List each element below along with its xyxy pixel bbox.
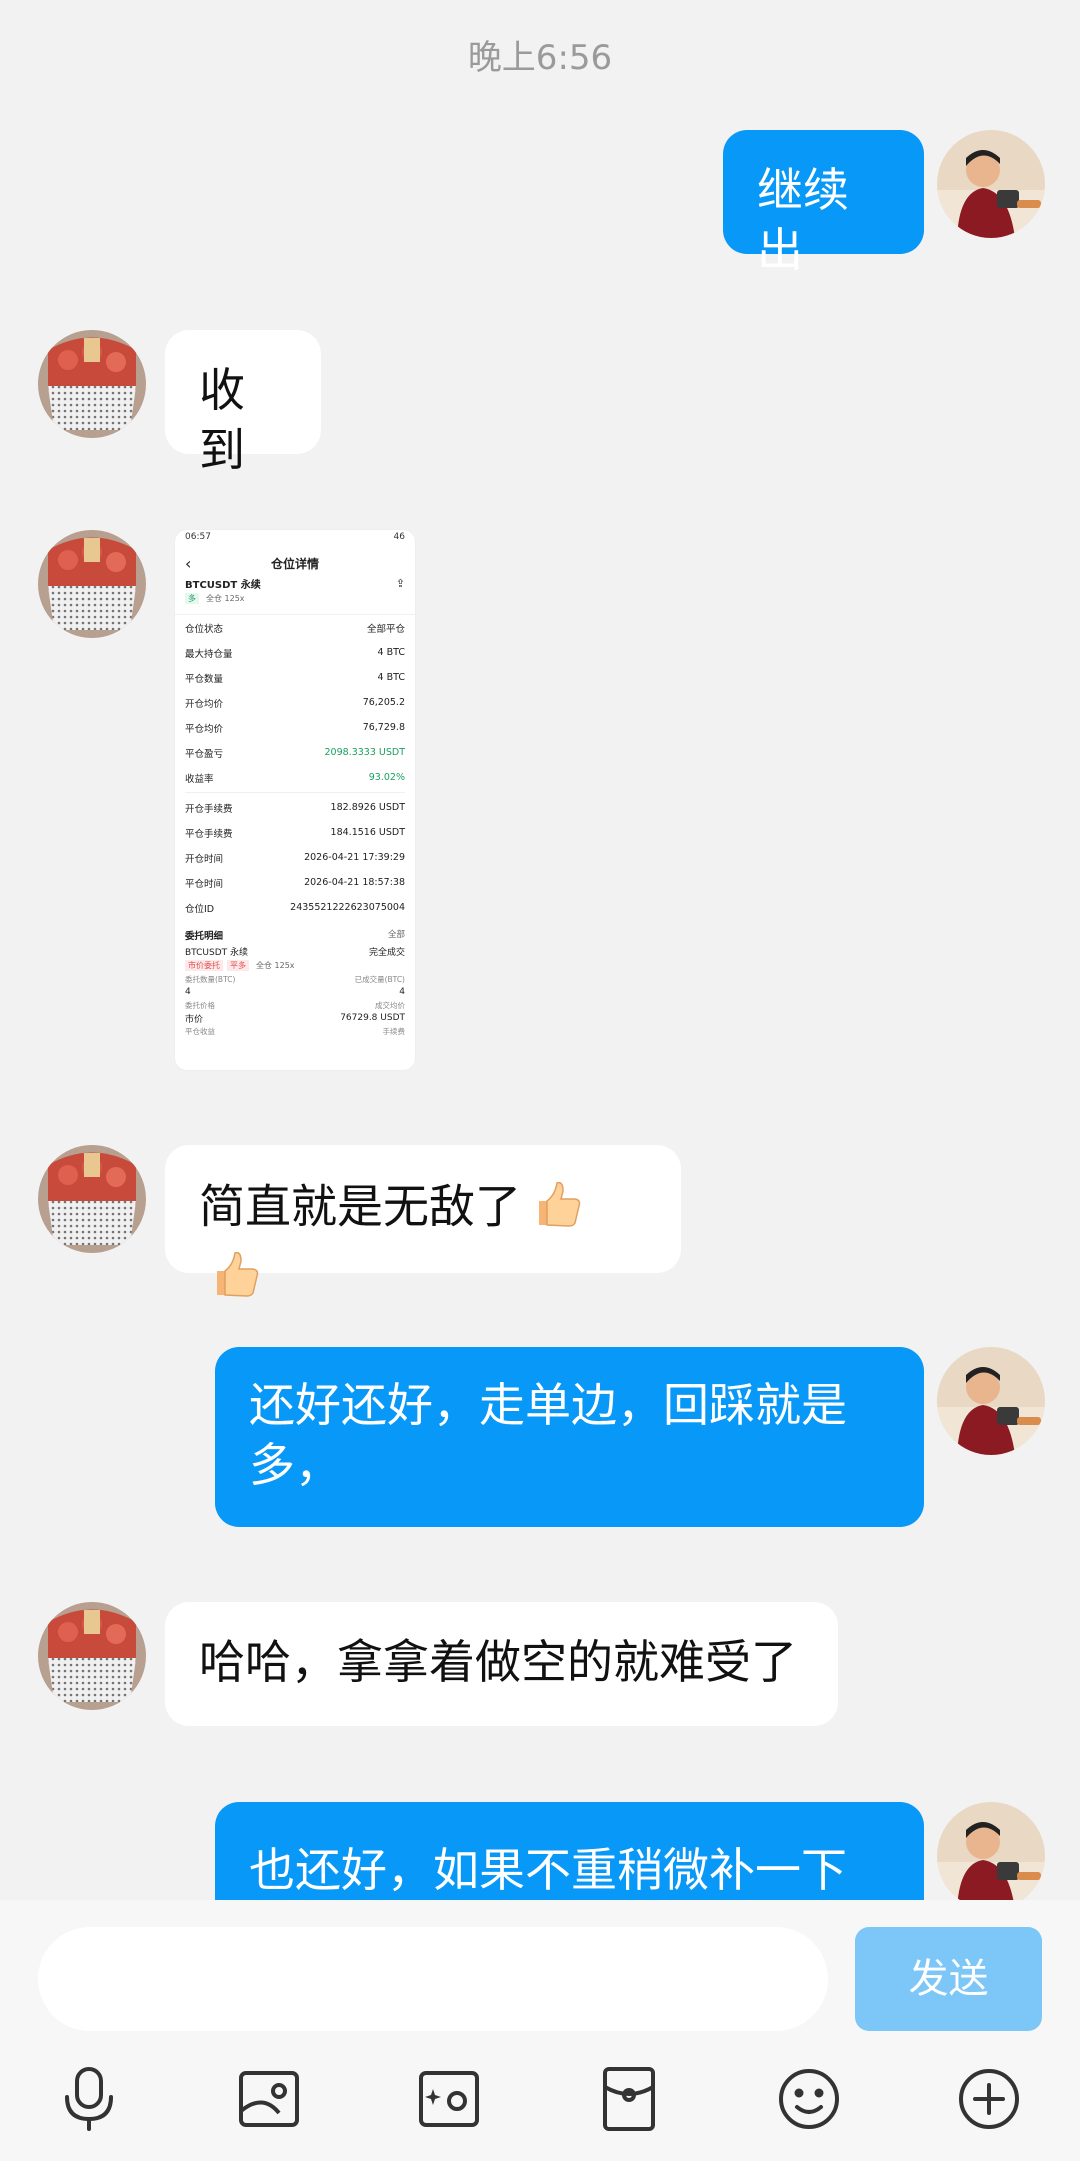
screenshot-header: ‹ 仓位详情 [175, 552, 415, 576]
detail-row: 最大持仓量 4 BTC [185, 647, 405, 660]
back-icon: ‹ [185, 554, 192, 573]
detail-row: 仓位ID 2435521222623075004 [185, 902, 405, 915]
contact-avatar[interactable] [38, 330, 146, 438]
thumbs-up-emoji [207, 1245, 263, 1315]
image-message[interactable]: 06:57 46 ‹ 仓位详情 BTCUSDT 永续 ⇪ 多 全仓 125x 仓… [175, 530, 415, 1070]
message-text: 收到 [199, 363, 245, 477]
microphone-icon[interactable] [53, 2063, 125, 2135]
detail-row: 收益率 93.02% [185, 772, 405, 785]
pair-row: BTCUSDT 永续 ⇪ [175, 576, 415, 591]
message-text: 还好还好，走单边，回踩就是多， [249, 1378, 847, 1492]
order-section-header: 委托明细 全部 [185, 930, 405, 942]
order-tags: 市价委托 平多 全仓 125x [175, 958, 415, 973]
detail-rows: 仓位状态 全部平仓 最大持仓量 4 BTC 平仓数量 4 BTC 开仓均价 76,205… [175, 614, 415, 920]
status-time: 06:57 [185, 532, 211, 542]
my-avatar[interactable] [937, 1347, 1045, 1455]
detail-row: 开仓均价 76,205.2 [185, 697, 405, 710]
my-avatar[interactable] [937, 130, 1045, 238]
my-avatar[interactable] [937, 1802, 1045, 1910]
screenshot-title: 仓位详情 [270, 557, 319, 571]
message-bubble[interactable]: 简直就是无敌了 [165, 1145, 681, 1297]
order-qty-values: 44 [185, 987, 405, 997]
pair-name: BTCUSDT 永续 [185, 580, 261, 591]
detail-row: 平仓均价 76,729.8 [185, 722, 405, 735]
battery-indicator: 46 [393, 532, 405, 542]
order-price-values: 市价 76729.8 USDT [185, 1013, 405, 1025]
emoji-icon[interactable] [773, 2063, 845, 2135]
plus-icon[interactable] [953, 2063, 1025, 2135]
message-bubble[interactable]: 继续出 [723, 130, 924, 277]
contact-avatar[interactable] [38, 530, 146, 638]
detail-row: 平仓时间 2026-04-21 18:57:38 [185, 877, 405, 890]
tags: 多 全仓 125x [175, 591, 415, 606]
contact-avatar[interactable] [38, 1602, 146, 1710]
contact-avatar[interactable] [38, 1145, 146, 1253]
order-qty-labels: 委托数量(BTC) 已成交量(BTC) [185, 974, 405, 984]
image-icon[interactable] [233, 2063, 305, 2135]
thumbs-up-emoji [529, 1175, 585, 1245]
camera-icon[interactable] [413, 2063, 485, 2135]
message-input[interactable] [38, 1927, 828, 2031]
share-icon: ⇪ [395, 577, 405, 590]
message-text: 也还好，如果不重稍微补一下 [249, 1843, 847, 1897]
order-pnl-labels: 平仓收益 手续费 [185, 1026, 405, 1036]
detail-row: 开仓时间 2026-04-21 17:39:29 [185, 852, 405, 865]
status-bar: 06:57 46 [175, 530, 415, 552]
send-button[interactable]: 发送 [855, 1927, 1042, 2031]
mode-tag: 全仓 125x [206, 594, 245, 603]
message-text: 继续出 [757, 163, 849, 277]
order-price-labels: 委托价格 成交均价 [185, 1000, 405, 1010]
message-bubble[interactable]: 哈哈，拿拿着做空的就难受了 [165, 1602, 838, 1726]
detail-row: 平仓数量 4 BTC [185, 672, 405, 685]
order-pair-row: BTCUSDT 永续 完全成交 [185, 947, 405, 958]
detail-row: 仓位状态 全部平仓 [185, 623, 405, 635]
side-tag: 多 [185, 593, 199, 604]
detail-row: 平仓盈亏 2098.3333 USDT [185, 747, 405, 760]
message-bubble[interactable]: 收到 [165, 330, 321, 477]
timestamp: 晚上6:56 [467, 38, 613, 78]
detail-row: 平仓手续费 184.1516 USDT [185, 827, 405, 840]
message-text: 简直就是无敌了 [199, 1179, 521, 1234]
red-packet-icon[interactable] [593, 2063, 665, 2135]
message-text: 哈哈，拿拿着做空的就难受了 [199, 1635, 797, 1689]
message-bubble[interactable]: 还好还好，走单边，回踩就是多， [215, 1347, 924, 1527]
detail-row: 开仓手续费 182.8926 USDT [185, 802, 405, 815]
